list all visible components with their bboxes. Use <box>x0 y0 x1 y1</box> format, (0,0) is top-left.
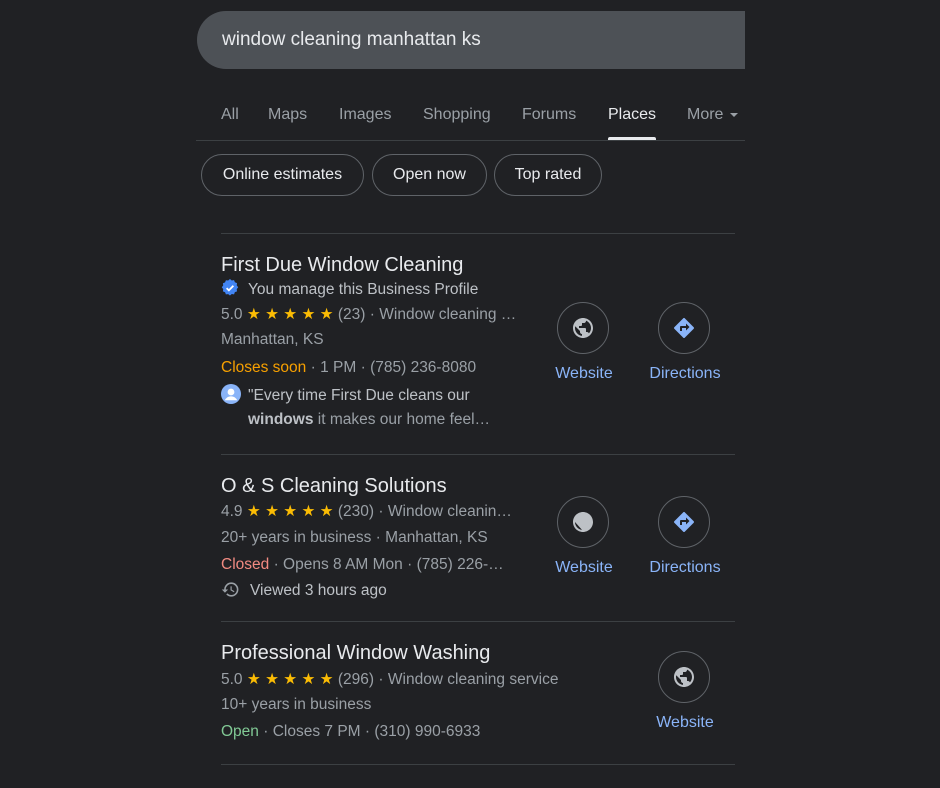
viewed-row: Viewed 3 hours ago <box>221 580 387 600</box>
separator: · <box>369 306 375 323</box>
separator: · <box>310 359 316 376</box>
hours-row: Closes soon · 1 PM · (785) 236-8080 <box>221 359 476 377</box>
tab-images[interactable]: Images <box>339 106 391 124</box>
website-link[interactable]: Website <box>656 714 714 732</box>
separator: · <box>263 723 269 740</box>
business-name[interactable]: O & S Cleaning Solutions <box>221 475 447 498</box>
category: Window cleaning … <box>379 306 517 323</box>
hours-row: Open · Closes 7 PM · (310) 990-6933 <box>221 723 480 741</box>
chip-label: Top rated <box>514 166 582 183</box>
tab-more[interactable]: More <box>687 106 739 124</box>
website-button[interactable] <box>658 651 710 703</box>
search-query: window cleaning manhattan ks <box>222 29 481 50</box>
address: Manhattan, KS <box>385 529 488 546</box>
verified-row: You manage this Business Profile <box>221 279 521 299</box>
website-button[interactable] <box>557 302 609 354</box>
search-input[interactable]: window cleaning manhattan ks <box>197 11 745 69</box>
globe-icon <box>672 665 696 689</box>
rating-row: 5.0 ★ ★ ★ ★ ★ (296) · Window cleaning se… <box>221 670 601 689</box>
review-snippet-line1: "Every time First Due cleans our <box>221 384 531 405</box>
verified-icon <box>221 279 239 297</box>
chip-label: Open now <box>393 166 466 183</box>
separator: · <box>273 556 279 573</box>
address: Manhattan, KS <box>221 331 324 348</box>
tab-all[interactable]: All <box>221 106 239 124</box>
category: Window cleaning service <box>387 671 559 688</box>
verified-text: You manage this Business Profile <box>248 281 479 298</box>
details-row: 20+ years in business · Manhattan, KS <box>221 529 488 547</box>
status-closes-soon: Closes soon <box>221 359 307 376</box>
review-text-rest: it makes our home feel… <box>317 411 491 428</box>
chip-label: Online estimates <box>222 166 343 183</box>
review-highlight: windows <box>248 411 314 428</box>
website-button[interactable] <box>557 496 609 548</box>
rating-value: 5.0 <box>221 306 243 323</box>
rating-value: 5.0 <box>221 671 243 688</box>
chip-online-estimates[interactable]: Online estimates <box>201 154 364 196</box>
directions-button[interactable] <box>658 496 710 548</box>
years-in-business: 10+ years in business <box>221 696 372 713</box>
viewed-text: Viewed 3 hours ago <box>250 582 387 599</box>
separator: · <box>378 671 384 688</box>
directions-icon <box>672 510 696 534</box>
caret-down-icon <box>730 112 739 117</box>
separator: · <box>378 503 384 520</box>
phone[interactable]: (310) 990-6933 <box>374 723 480 740</box>
divider <box>221 764 735 765</box>
directions-link[interactable]: Directions <box>649 365 720 383</box>
divider <box>221 454 735 455</box>
tab-more-label: More <box>687 106 724 123</box>
website-link[interactable]: Website <box>555 365 613 383</box>
business-name[interactable]: Professional Window Washing <box>221 642 490 665</box>
star-icon: ★ ★ ★ ★ ★ <box>246 671 334 688</box>
review-snippet-line2: windows it makes our home feel… <box>248 411 538 429</box>
years-in-business: 20+ years in business <box>221 529 372 546</box>
tab-maps[interactable]: Maps <box>268 106 307 124</box>
separator: · <box>364 723 371 740</box>
review-count: (23) <box>337 306 366 323</box>
separator: · <box>407 556 413 573</box>
status-open: Open <box>221 723 259 740</box>
star-icon: ★ ★ ★ ★ ★ <box>246 503 334 520</box>
review-count: (296) <box>337 671 375 688</box>
rating-row: 5.0 ★ ★ ★ ★ ★ (23) · Window cleaning … <box>221 305 529 324</box>
chip-top-rated[interactable]: Top rated <box>494 154 602 196</box>
hours-row: Closed · Opens 8 AM Mon · (785) 226-… <box>221 556 529 574</box>
separator: · <box>360 359 366 376</box>
divider <box>221 233 735 234</box>
rating-row: 4.9 ★ ★ ★ ★ ★ (230) · Window cleanin… <box>221 502 526 521</box>
chip-open-now[interactable]: Open now <box>372 154 487 196</box>
globe-icon <box>571 510 595 534</box>
review-text: "Every time First Due cleans our <box>248 387 470 404</box>
tab-shopping[interactable]: Shopping <box>423 106 491 124</box>
directions-button[interactable] <box>658 302 710 354</box>
rating-value: 4.9 <box>221 503 243 520</box>
tab-forums[interactable]: Forums <box>522 106 576 124</box>
tab-places[interactable]: Places <box>608 106 657 140</box>
review-count: (230) <box>337 503 375 520</box>
avatar-icon <box>221 384 241 404</box>
directions-link[interactable]: Directions <box>649 559 720 577</box>
divider <box>221 621 735 622</box>
phone[interactable]: (785) 236-8080 <box>370 359 476 376</box>
hours: Opens 8 AM Mon <box>283 556 403 573</box>
separator: · <box>375 529 381 546</box>
hours: 1 PM <box>320 359 357 376</box>
star-icon: ★ ★ ★ ★ ★ <box>246 306 334 323</box>
history-icon <box>221 580 240 599</box>
search-tabs: All Maps Images Shopping Forums Places M… <box>196 92 745 141</box>
category: Window cleanin… <box>387 503 512 520</box>
website-link[interactable]: Website <box>555 559 613 577</box>
globe-icon <box>571 316 595 340</box>
directions-icon <box>672 316 696 340</box>
phone[interactable]: (785) 226-… <box>417 556 504 573</box>
status-closed: Closed <box>221 556 270 573</box>
business-name[interactable]: First Due Window Cleaning <box>221 254 463 277</box>
hours: Closes 7 PM <box>272 723 361 740</box>
